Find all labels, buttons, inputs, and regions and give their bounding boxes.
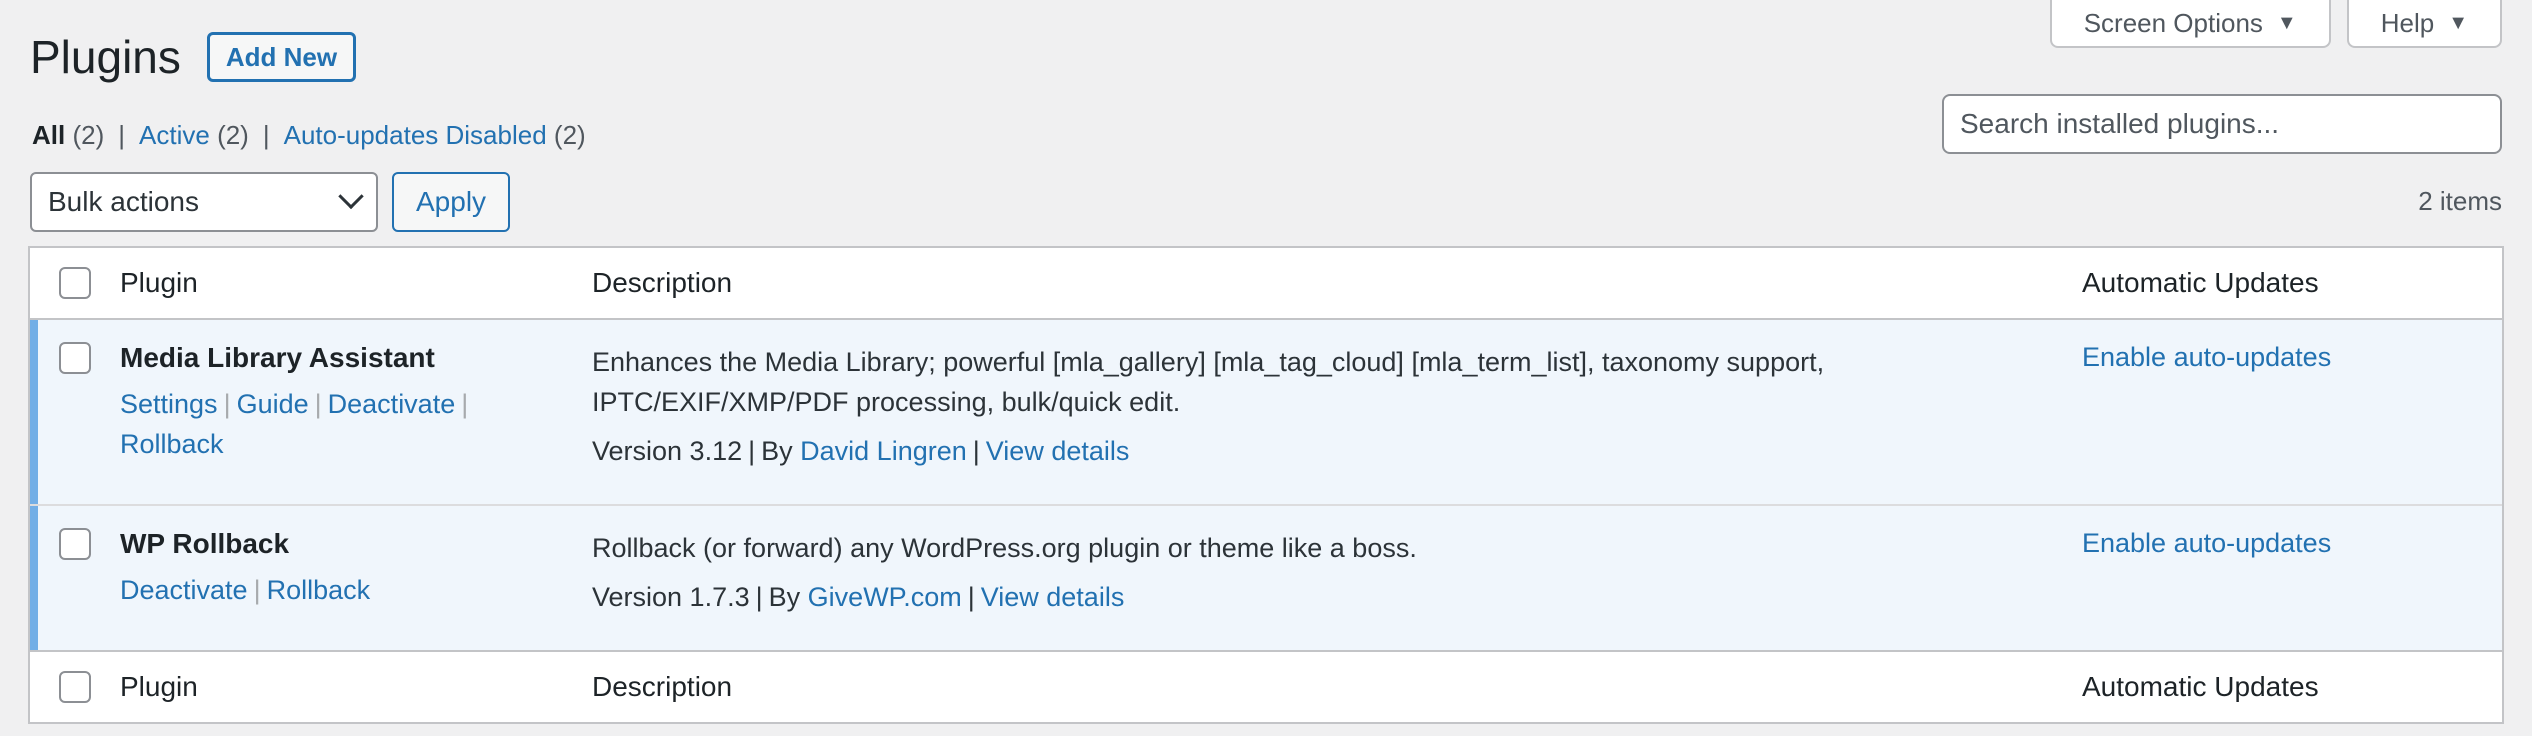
- by-label: By: [761, 436, 793, 466]
- help-button[interactable]: Help ▼: [2346, 0, 2502, 48]
- page-title: Plugins: [30, 31, 181, 83]
- filter-all-label: All: [32, 120, 66, 150]
- author-link[interactable]: GiveWP.com: [808, 582, 962, 612]
- filter-separator: |: [118, 120, 126, 150]
- view-details-link[interactable]: View details: [986, 436, 1130, 466]
- column-footer-plugin: Plugin: [120, 671, 198, 702]
- filter-auto-updates-disabled[interactable]: Auto-updates Disabled (2): [284, 120, 586, 151]
- column-header-description: Description: [592, 267, 733, 298]
- search-plugins-input[interactable]: Search installed plugins...: [1942, 94, 2502, 154]
- bulk-actions-bar: Bulk actions Apply: [30, 172, 511, 232]
- deactivate-link[interactable]: Deactivate: [328, 389, 456, 419]
- table-header-row: Plugin Description Automatic Updates: [30, 248, 2502, 320]
- column-header-auto-updates: Automatic Updates: [2082, 267, 2319, 298]
- row-actions: Settings | Guide | Deactivate | Rollback: [120, 389, 469, 459]
- row-checkbox[interactable]: [59, 342, 91, 374]
- rollback-link[interactable]: Rollback: [120, 429, 224, 459]
- filter-auto-updates-disabled-label: Auto-updates Disabled: [283, 120, 547, 150]
- caret-down-icon: ▼: [2448, 11, 2468, 34]
- column-footer-description: Description: [592, 671, 733, 702]
- plugin-version: Version 1.7.3: [592, 582, 750, 612]
- page-header: Plugins Add New: [30, 30, 357, 84]
- by-label: By: [768, 582, 801, 612]
- table-footer-row: Plugin Description Automatic Updates: [30, 650, 2502, 722]
- plugins-table: Plugin Description Automatic Updates Med…: [28, 246, 2504, 724]
- plugin-name: WP Rollback: [120, 528, 290, 559]
- filter-separator: |: [262, 120, 270, 150]
- column-footer-auto-updates: Automatic Updates: [2082, 671, 2319, 702]
- plugin-meta: Version 1.7.3 | By GiveWP.com | View details: [592, 582, 1125, 612]
- bulk-actions-value: Bulk actions: [48, 186, 199, 217]
- plugin-version: Version 3.12: [592, 436, 743, 466]
- filter-auto-updates-disabled-count: (2): [553, 120, 586, 150]
- guide-link[interactable]: Guide: [237, 389, 309, 419]
- filter-active-label: Active: [139, 120, 210, 150]
- select-all-checkbox-footer[interactable]: [59, 671, 91, 703]
- help-label: Help: [2380, 7, 2435, 38]
- column-header-plugin: Plugin: [120, 267, 198, 298]
- row-checkbox[interactable]: [59, 528, 91, 560]
- filter-all-count: (2): [72, 120, 105, 150]
- filter-active-count: (2): [217, 120, 249, 150]
- bulk-actions-select[interactable]: Bulk actions: [30, 172, 378, 232]
- author-link[interactable]: David Lingren: [800, 436, 967, 466]
- items-count: 2 items: [2418, 186, 2502, 216]
- row-actions: Deactivate | Rollback: [120, 575, 371, 605]
- plugin-description: Rollback (or forward) any WordPress.org …: [592, 533, 1417, 563]
- table-row: Media Library Assistant Settings | Guide | D…: [30, 320, 2502, 506]
- settings-link[interactable]: Settings: [120, 389, 218, 419]
- enable-auto-updates-link[interactable]: Enable auto-updates: [2082, 342, 2331, 372]
- add-new-button[interactable]: Add New: [206, 31, 357, 83]
- screen-options-label: Screen Options: [2083, 7, 2263, 38]
- plugin-description: Enhances the Media Library; powerful [ml…: [592, 347, 1825, 417]
- apply-button[interactable]: Apply: [392, 172, 511, 232]
- table-row: WP Rollback Deactivate | Rollback Rollback…: [30, 506, 2502, 650]
- select-all-checkbox[interactable]: [59, 267, 91, 299]
- deactivate-link[interactable]: Deactivate: [120, 575, 248, 605]
- screen-meta-links: Screen Options ▼ Help ▼: [2049, 0, 2502, 48]
- enable-auto-updates-link[interactable]: Enable auto-updates: [2082, 528, 2331, 558]
- plugin-status-filters: All (2) | Active (2) | Auto-updates Disa…: [32, 120, 586, 151]
- rollback-link[interactable]: Rollback: [267, 575, 371, 605]
- caret-down-icon: ▼: [2276, 11, 2297, 34]
- chevron-down-icon: [338, 183, 364, 210]
- plugin-meta: Version 3.12 | By David Lingren | View detai…: [592, 436, 1130, 466]
- view-details-link[interactable]: View details: [981, 582, 1125, 612]
- screen-options-button[interactable]: Screen Options ▼: [2049, 0, 2331, 48]
- plugin-name: Media Library Assistant: [120, 342, 435, 373]
- filter-all[interactable]: All (2): [32, 120, 104, 151]
- filter-active[interactable]: Active (2): [139, 120, 249, 151]
